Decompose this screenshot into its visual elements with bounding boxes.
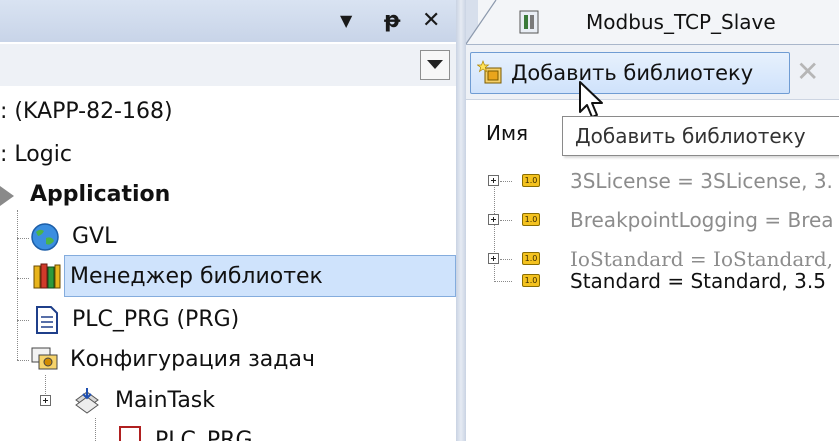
expand-toggle[interactable]	[488, 253, 499, 264]
tooltip: Добавить библиотеку	[562, 116, 839, 156]
tree-connector	[500, 259, 512, 260]
add-library-label: Добавить библиотеку	[511, 61, 754, 85]
delete-library-icon[interactable]: ✕	[796, 52, 819, 92]
expand-toggle[interactable]	[488, 214, 499, 225]
device-icon	[519, 10, 539, 34]
tree-connector	[500, 181, 512, 182]
tree-connector	[17, 320, 29, 321]
program-call-icon	[119, 426, 141, 441]
document-icon	[36, 306, 58, 334]
tree-connector	[17, 210, 18, 360]
tree-item-device[interactable]: : (KAPP-82-168)	[0, 97, 173, 127]
tree-item-plc-prg-call[interactable]: PLC_PRG	[155, 426, 253, 441]
tree-connector	[494, 281, 512, 282]
mouse-cursor-icon	[579, 81, 603, 118]
tooltip-text: Добавить библиотеку	[575, 124, 806, 148]
library-row-breakpointlogging[interactable]: BreakpointLogging = Brea	[570, 206, 834, 234]
tree-connector	[494, 182, 495, 282]
library-version-icon: 1.0	[522, 174, 540, 187]
tree-connector	[95, 418, 96, 441]
collapse-toggle[interactable]	[40, 395, 51, 406]
task-configuration-icon	[31, 347, 58, 370]
library-row-standard[interactable]: Standard = Standard, 3.5	[570, 267, 826, 295]
add-library-icon	[477, 60, 502, 84]
panel-dropdown-button[interactable]	[420, 50, 450, 80]
tree-item-task-configuration[interactable]: Конфигурация задач	[70, 345, 315, 375]
tree-item-library-manager[interactable]: Менеджер библиотек	[70, 262, 323, 292]
library-version-icon: 1.0	[522, 213, 540, 226]
library-version-icon: 1.0	[522, 252, 540, 265]
expand-toggle[interactable]	[488, 175, 499, 186]
library-row-3slicense[interactable]: 3SLicense = 3SLicense, 3.	[570, 167, 833, 195]
tab-title: Modbus_TCP_Slave	[586, 10, 776, 34]
tree-connector	[500, 220, 512, 221]
tree-connector	[17, 360, 29, 361]
tree-item-application[interactable]: Application	[30, 180, 170, 210]
close-icon[interactable]: ✕	[422, 0, 440, 42]
panel-toolbar	[0, 44, 456, 86]
main-task-icon	[75, 388, 99, 414]
tree-item-logic[interactable]: : Logic	[0, 140, 72, 170]
devices-panel: ▼ ᵽ ✕ : (KAPP-82-168) : Logic Applicatio…	[0, 0, 456, 441]
tree-connector	[17, 238, 29, 239]
expand-arrow-icon[interactable]	[0, 186, 14, 206]
dropdown-icon[interactable]: ▼	[340, 0, 352, 42]
add-library-button[interactable]: Добавить библиотеку	[470, 52, 790, 94]
pane-splitter[interactable]	[456, 0, 466, 441]
library-manager-editor: Modbus_TCP_Slave Добавить библиотеку ✕ И…	[466, 0, 839, 441]
tree-item-gvl[interactable]: GVL	[72, 222, 116, 252]
column-header-name[interactable]: Имя	[486, 118, 528, 148]
tab-edge	[466, 0, 506, 44]
tab-modbus-tcp-slave[interactable]: Modbus_TCP_Slave	[478, 0, 839, 44]
tree-item-plc-prg[interactable]: PLC_PRG (PRG)	[72, 305, 239, 335]
tree-connector	[17, 278, 29, 279]
pin-icon[interactable]: ᵽ	[384, 0, 400, 42]
globe-icon	[31, 223, 59, 251]
chevron-down-icon	[427, 60, 443, 69]
tree-item-main-task[interactable]: MainTask	[115, 386, 215, 416]
library-books-icon	[33, 263, 61, 289]
library-version-icon: 1.0	[522, 274, 540, 287]
panel-header: ▼ ᵽ ✕	[0, 0, 456, 42]
